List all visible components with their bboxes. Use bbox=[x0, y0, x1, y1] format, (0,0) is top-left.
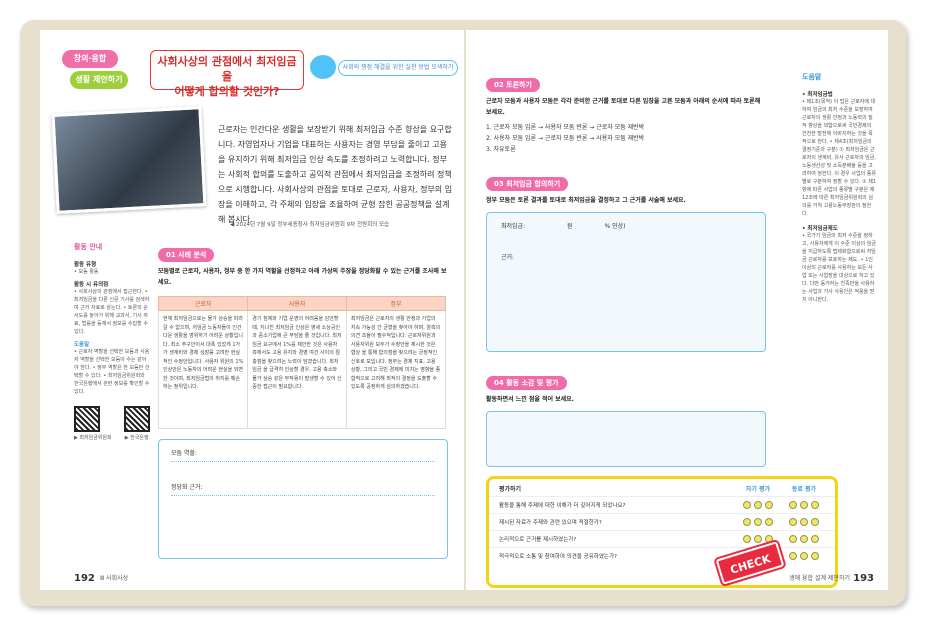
tip-heading: 도움말 bbox=[802, 73, 822, 81]
right-footer-title: 생애 융합 설계 제안하기 bbox=[789, 575, 850, 582]
right-main-column: 02 토론하기 근로자 모둠과 사용자 모둠은 각각 준비한 근거를 토대로 다… bbox=[486, 72, 766, 467]
evaluation-row: 제시된 자료가 주제와 관련 있으며 적절한가? bbox=[489, 513, 835, 530]
left-page-number: 192 bbox=[74, 573, 95, 584]
debate-step: 2. 사용자 모둠 입론 → 근로자 모둠 반론 → 사용자 모둠 재반박 bbox=[486, 135, 645, 142]
agreement-instruction: 정부 모둠은 토론 결과를 토대로 최저임금을 결정하고 그 근거를 서술해 보… bbox=[486, 197, 686, 204]
cloud-mascot-icon bbox=[310, 55, 336, 79]
evaluation-row: 논리적으로 근거를 제시하였는가? bbox=[489, 530, 835, 547]
col-employer: 사용자 bbox=[247, 296, 347, 311]
debate-steps: 1. 근로자 모둠 입론 → 사용자 모둠 반론 → 근로자 모둠 재반박 2.… bbox=[486, 122, 766, 155]
wage-field[interactable]: 최저임금: 원 % 인상) bbox=[501, 221, 751, 230]
answer-box-role[interactable]: 모둠 역할: 정당화 근거: bbox=[158, 439, 448, 559]
self-rating-faces[interactable] bbox=[735, 518, 781, 526]
reflection-instruction: 활동하면서 느낀 점을 적어 보세요. bbox=[486, 396, 574, 403]
debate-step: 3. 자유토론 bbox=[486, 146, 516, 153]
section-wage-agreement: 03 최저임금 합의하기 정부 모둠은 토론 결과를 토대로 최저임금을 결정하… bbox=[486, 171, 766, 352]
section-label-03: 03 최저임금 합의하기 bbox=[486, 177, 569, 191]
debate-step: 1. 근로자 모둠 입론 → 사용자 모둠 반론 → 근로자 모둠 재반박 bbox=[486, 124, 645, 131]
section-reflection: 04 활동 소감 및 평가 활동하면서 느낀 점을 적어 보세요. bbox=[486, 370, 766, 467]
section-label-02: 02 토론하기 bbox=[486, 78, 540, 92]
peer-rating-faces[interactable] bbox=[781, 535, 827, 543]
qr-codes: ▶ 최저임금위원회 ▶ 한국은행 bbox=[74, 406, 150, 441]
badge-creative-convergence: 창의·융합 bbox=[62, 50, 118, 68]
group-role-field[interactable]: 모둠 역할: bbox=[171, 448, 435, 462]
justification-field[interactable]: 정당화 근거: bbox=[171, 482, 435, 496]
photo-caption: ◀ 2024년 7월 9일 정부세종청사 최저임금위원회 9차 전원회의 모습 bbox=[230, 222, 390, 228]
evaluation-row: 활동을 통해 주제에 대한 이해가 더 깊어지게 되었나요? bbox=[489, 496, 835, 513]
left-footer-title: Ⅲ 사회사상 bbox=[100, 575, 129, 582]
evaluation-box: 평가하기 자기 평가 동료 평가 활동을 통해 주제에 대한 이해가 더 깊어지… bbox=[486, 476, 838, 588]
self-rating-faces[interactable] bbox=[735, 501, 781, 509]
textbook-spread: 창의·융합 생활 제안하기 사회사상의 관점에서 최저임금을 어떻게 합의할 것… bbox=[20, 20, 906, 606]
section-label-04: 04 활동 소감 및 평가 bbox=[486, 376, 567, 390]
activity-guide-heading: 활동 안내 bbox=[74, 243, 103, 251]
answer-box-wage[interactable]: 최저임금: 원 % 인상) 근거: bbox=[486, 212, 766, 352]
section-label-01: 01 사례 분석 bbox=[158, 248, 215, 262]
stakeholder-table: 근로자 사용자 정부 현재 최저임금으로는 물가 상승을 따라갈 수 없으며, … bbox=[157, 296, 447, 429]
peer-rating-faces[interactable] bbox=[781, 501, 827, 509]
cell-worker-claim: 현재 최저임금으로는 물가 상승을 따라갈 수 없으며, 저임금 노동자들이 인… bbox=[157, 310, 249, 429]
page-title: 사회사상의 관점에서 최저임금을 어떻게 합의할 것인가? bbox=[150, 50, 304, 98]
intro-paragraph: 근로자는 인간다운 생활을 보장받기 위해 최저임금 수준 향상을 요구합니다.… bbox=[218, 125, 453, 224]
col-government: 정부 bbox=[345, 296, 447, 311]
page-subtitle: 사회의 쟁점 해결을 위한 실천 방법 모색하기 bbox=[338, 60, 458, 76]
section-case-analysis: 01 사례 분석 모둠별로 근로자, 사용자, 정부 중 한 가지 역할을 선정… bbox=[157, 242, 448, 559]
peer-rating-faces[interactable] bbox=[781, 518, 827, 526]
badge-life-proposal: 생활 제안하기 bbox=[70, 71, 128, 89]
qr-code-minimum-wage-commission[interactable] bbox=[74, 406, 100, 432]
activity-guide-sidebar: 활동 안내 활동 유형 • 모둠 활동 활동 시 유의점 • 사회사상의 관점에… bbox=[74, 243, 150, 441]
meeting-photo bbox=[51, 106, 207, 214]
tip-label: 도움말 bbox=[74, 342, 90, 348]
right-page: 02 토론하기 근로자 모둠과 사용자 모둠은 각각 준비한 근거를 토대로 다… bbox=[466, 30, 888, 590]
col-worker: 근로자 bbox=[157, 296, 249, 311]
tip-sidebar: 도움말 • 최저임금법 • 제1조(목적) 이 법은 근로자에 대하여 임금의 … bbox=[802, 73, 876, 303]
cell-government-claim: 최저임금은 근로자의 생활 안정과 기업의 지속 가능성 간 균형을 찾아야 하… bbox=[345, 310, 447, 429]
debate-instruction: 근로자 모둠과 사용자 모둠은 각각 준비한 근거를 토대로 다른 입장을 고른… bbox=[486, 98, 761, 116]
reason-field[interactable]: 근거: bbox=[501, 252, 751, 261]
section-instruction: 모둠별로 근로자, 사용자, 정부 중 한 가지 역할을 선정하고 아래 가상의… bbox=[158, 268, 447, 286]
evaluation-header: 평가하기 자기 평가 동료 평가 bbox=[499, 486, 817, 493]
peer-rating-faces[interactable] bbox=[781, 552, 827, 560]
cell-employer-claim: 경기 침체와 기업 운영의 어려움을 감안할 때, 지나친 최저임금 인상은 영… bbox=[247, 310, 347, 429]
right-page-number: 193 bbox=[853, 573, 874, 584]
answer-box-reflection[interactable] bbox=[486, 411, 766, 467]
qr-code-bank-of-korea[interactable] bbox=[123, 406, 150, 432]
activity-badges: 창의·융합 생활 제안하기 bbox=[62, 50, 128, 89]
left-page: 창의·융합 생활 제안하기 사회사상의 관점에서 최저임금을 어떻게 합의할 것… bbox=[40, 30, 464, 590]
